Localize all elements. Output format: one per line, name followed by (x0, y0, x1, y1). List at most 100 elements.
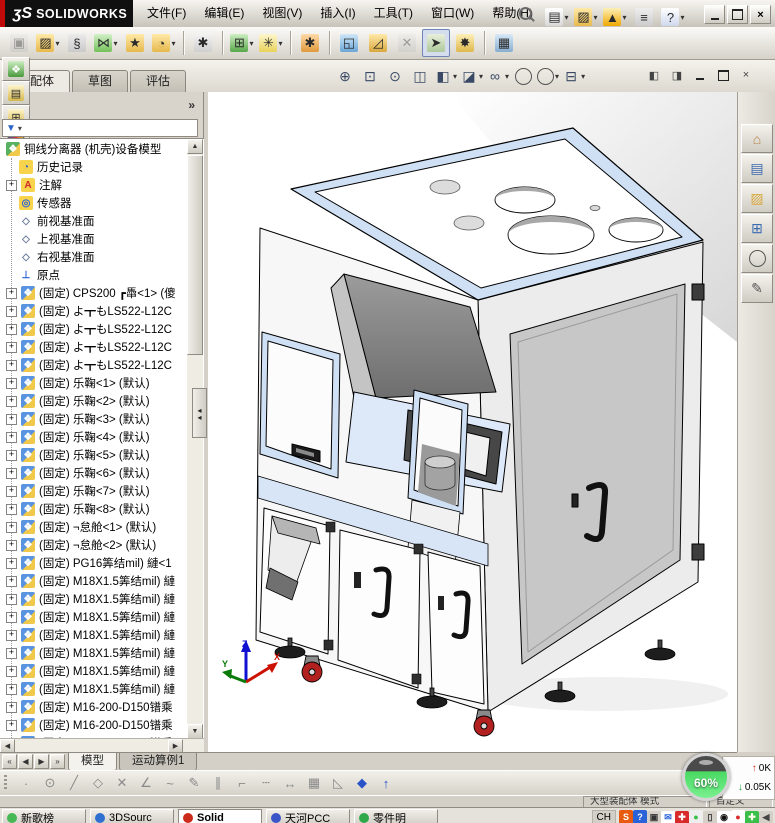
help-tray-icon[interactable]: ? (633, 810, 647, 823)
grid-icon[interactable]: ▦ (302, 772, 326, 794)
open-part-icon[interactable]: ▨▾ (34, 29, 62, 57)
expand-icon[interactable]: + (6, 324, 17, 335)
tree-item[interactable]: +❖(固定) M18X1.5筭结mil) 縺 (0, 644, 186, 662)
taskbar-button-新歌榜[interactable]: 新歌榜 (2, 809, 86, 823)
tree-item[interactable]: ❖铜线分离器 (机壳)设备模型 (0, 140, 186, 158)
model-side-door[interactable] (510, 284, 685, 664)
design-library-icon[interactable]: ▤ (741, 154, 773, 183)
tree-item[interactable]: +❖(固定) よ┳もLS522-L12C (0, 356, 186, 374)
expand-icon[interactable]: + (6, 342, 17, 353)
scroll-right-button[interactable]: ▶ (168, 739, 183, 753)
file-explorer-icon[interactable]: ▨ (741, 184, 773, 213)
volume-tray-icon[interactable]: ◀ (759, 811, 773, 823)
tree-item[interactable]: ◇前视基准面 (0, 212, 186, 230)
front-door-right[interactable] (428, 552, 484, 704)
messenger-tray-icon[interactable]: ● (689, 810, 703, 823)
graphics-viewport[interactable]: Z X Y (208, 92, 737, 752)
menu-item-6[interactable]: 窗口(W) (422, 0, 483, 27)
tree-item[interactable]: +❖(固定) ¬怠舱<2> (默认) (0, 536, 186, 554)
expand-icon[interactable]: + (6, 360, 17, 371)
exploded-view-icon[interactable]: ◱ (335, 29, 363, 57)
smart-fasteners-icon[interactable]: ★ (121, 29, 149, 57)
angle-icon[interactable]: ∠ (134, 772, 158, 794)
appearances-icon[interactable] (741, 244, 773, 273)
tree-item[interactable]: +❖(固定) よ┳もLS522-L12C (0, 338, 186, 356)
menu-item-3[interactable]: 视图(V) (253, 0, 311, 27)
tree-item[interactable]: +❖(固定) M18X1.5筭结mil) 縺 (0, 662, 186, 680)
tree-item[interactable]: +❖(固定) M16-200-D150镨乘 (0, 716, 186, 734)
expand-icon[interactable]: + (6, 522, 17, 533)
tree-filter-bar[interactable]: ▼ ▾ (2, 119, 198, 137)
performance-gauge[interactable]: 60% (682, 753, 730, 801)
tab-模型[interactable]: 模型 (68, 753, 117, 771)
minimize-button[interactable] (704, 5, 725, 24)
expand-icon[interactable]: + (6, 558, 17, 569)
tile-left-icon[interactable]: ◧ (644, 66, 664, 84)
simulation-icon[interactable]: ✱ (296, 29, 324, 57)
dimension-icon[interactable]: ↔ (278, 772, 302, 794)
menu-item-4[interactable]: 插入(I) (311, 0, 364, 27)
window-tray-icon[interactable]: ▣ (647, 811, 661, 823)
antivirus-tray-icon[interactable]: ✚ (675, 811, 689, 823)
propertymanager-tab-icon[interactable]: ▤ (2, 81, 30, 105)
tree-item[interactable]: +❖(固定) 乐鞠<2> (默认) (0, 392, 186, 410)
tree-item[interactable]: +❖(固定) 乐鞠<4> (默认) (0, 428, 186, 446)
isometric-cube-icon[interactable]: ◆ (350, 772, 374, 794)
construction-line-icon[interactable]: ┄ (254, 772, 278, 794)
menu-item-1[interactable]: 文件(F) (138, 0, 195, 27)
tab-运动算例1[interactable]: 运动算例1 (119, 753, 197, 771)
tree-item[interactable]: +❖(固定) M18X1.5筭结mil) 縺 (0, 590, 186, 608)
tree-item[interactable]: +❖(固定) M18X1.5筭结mil) 縺 (0, 680, 186, 698)
line-icon[interactable]: ╱ (62, 772, 86, 794)
render-tools-icon[interactable]: ▦ (490, 29, 518, 57)
model-right-face[interactable] (478, 242, 704, 712)
expand-icon[interactable]: + (6, 468, 17, 479)
scroll-down-button[interactable]: ▼ (187, 724, 203, 739)
front-door-middle[interactable] (338, 530, 420, 688)
tree-item[interactable]: +❖(固定) CPS200 ┏馽<1> (傻 (0, 284, 186, 302)
tab-草图[interactable]: 草图 (72, 70, 128, 92)
corner-icon[interactable]: ⌐ (230, 772, 254, 794)
mate-icon[interactable]: ⋈▾ (92, 29, 120, 57)
expand-icon[interactable]: + (6, 540, 17, 551)
tree-item[interactable]: +❖(固定) よ┳もLS522-L12C (0, 302, 186, 320)
expand-icon[interactable]: + (6, 486, 17, 497)
doc-minimize-icon[interactable] (690, 66, 710, 84)
prev-frame-icon[interactable]: ◀ (18, 754, 33, 769)
tree-item[interactable]: +❖(固定) 乐鞠<8> (默认) (0, 500, 186, 518)
expand-icon[interactable]: + (6, 414, 17, 425)
tree-item[interactable]: +❖(固定) M18X1.5筭结mil) 縺 (0, 608, 186, 626)
trim-icon[interactable]: ✕ (110, 772, 134, 794)
spline-icon[interactable]: ~ (158, 772, 182, 794)
hide-show-items-icon[interactable]: ∞▾ (485, 64, 510, 88)
display-style-icon[interactable]: ◪▾ (459, 64, 484, 88)
taskbar-button-3DSourc[interactable]: 3DSourc (90, 809, 174, 823)
tree-item[interactable]: ◎传感器 (0, 194, 186, 212)
panel-splitter-handle[interactable]: ◂◂ (192, 388, 207, 438)
tree-item[interactable]: ◇右视基准面 (0, 248, 186, 266)
expand-icon[interactable]: + (6, 288, 17, 299)
taskbar-button-零件明[interactable]: 零件明 (354, 809, 438, 823)
motion-study-icon[interactable]: ⊞▾ (228, 29, 256, 57)
expand-icon[interactable]: + (6, 702, 17, 713)
model-front-face[interactable] (256, 228, 510, 712)
tree-item[interactable]: +❖(固定) M18X1.5筭结mil) 縺 (0, 572, 186, 590)
parallel-icon[interactable]: ∥ (206, 772, 230, 794)
rotate-component-icon[interactable]: ◔▾ (150, 29, 178, 57)
menu-item-2[interactable]: 编辑(E) (195, 0, 253, 27)
qq-tray-icon[interactable]: ◉ (717, 811, 731, 823)
point-icon[interactable]: · (14, 772, 38, 794)
expand-icon[interactable]: + (6, 594, 17, 605)
expand-icon[interactable]: + (6, 612, 17, 623)
featuremanager-tab-icon[interactable]: ❖ (2, 57, 30, 81)
circle-icon[interactable]: ⊙ (38, 772, 62, 794)
language-indicator[interactable]: CH (592, 810, 616, 823)
usb-tray-icon[interactable]: ▯ (703, 811, 717, 823)
zoom-to-area-icon[interactable]: ⊡ (358, 64, 382, 88)
tree-item[interactable]: +❖(固定) 乐鞠<3> (默认) (0, 410, 186, 428)
tree-item[interactable]: +❖(固定) よ┳もLS522-L12C (0, 320, 186, 338)
expand-icon[interactable]: + (6, 666, 17, 677)
polygon-icon[interactable]: ◇ (86, 772, 110, 794)
expand-icon[interactable]: + (6, 396, 17, 407)
edit-appearance-icon[interactable] (511, 64, 535, 88)
